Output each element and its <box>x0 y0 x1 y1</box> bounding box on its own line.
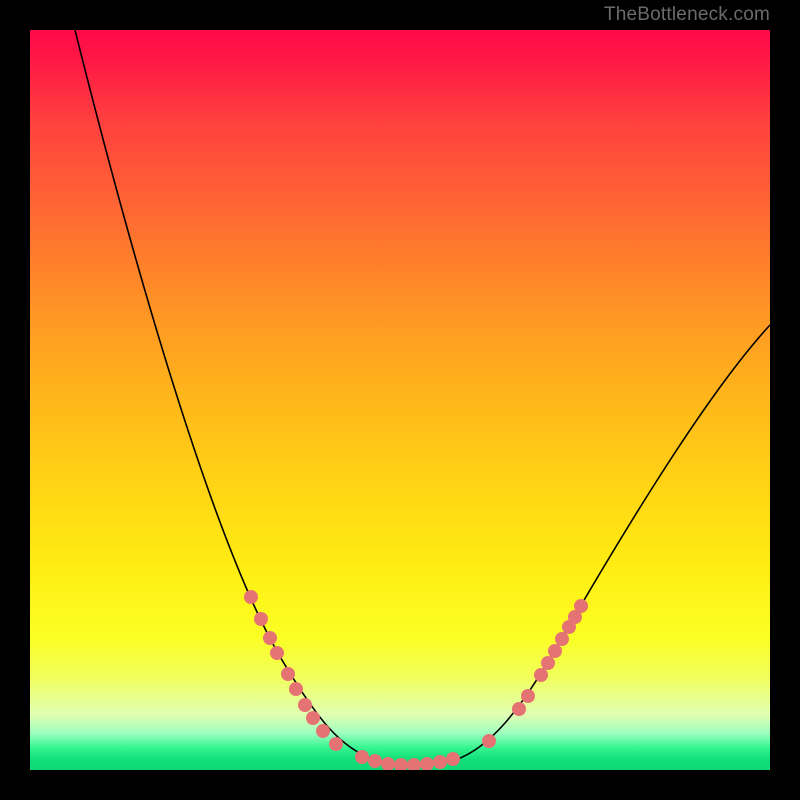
data-marker <box>281 667 295 681</box>
data-marker <box>244 590 258 604</box>
data-marker <box>329 737 343 751</box>
chart-svg <box>30 30 770 770</box>
data-marker <box>368 754 382 768</box>
data-marker <box>407 758 421 770</box>
data-marker <box>420 757 434 770</box>
data-marker <box>306 711 320 725</box>
data-marker <box>381 757 395 770</box>
chart-container: TheBottleneck.com <box>0 0 800 800</box>
marker-layer <box>244 590 588 770</box>
data-marker <box>534 668 548 682</box>
data-marker <box>574 599 588 613</box>
data-marker <box>355 750 369 764</box>
data-marker <box>289 682 303 696</box>
data-marker <box>446 752 460 766</box>
data-marker <box>482 734 496 748</box>
data-marker <box>270 646 284 660</box>
data-marker <box>254 612 268 626</box>
data-marker <box>316 724 330 738</box>
data-marker <box>512 702 526 716</box>
data-marker <box>541 656 555 670</box>
data-marker <box>433 755 447 769</box>
data-marker <box>521 689 535 703</box>
data-marker <box>263 631 277 645</box>
data-marker <box>548 644 562 658</box>
data-marker <box>394 758 408 770</box>
data-marker <box>555 632 569 646</box>
bottleneck-curve <box>75 30 770 765</box>
data-marker <box>298 698 312 712</box>
watermark: TheBottleneck.com <box>604 4 770 26</box>
plot-area <box>30 30 770 770</box>
